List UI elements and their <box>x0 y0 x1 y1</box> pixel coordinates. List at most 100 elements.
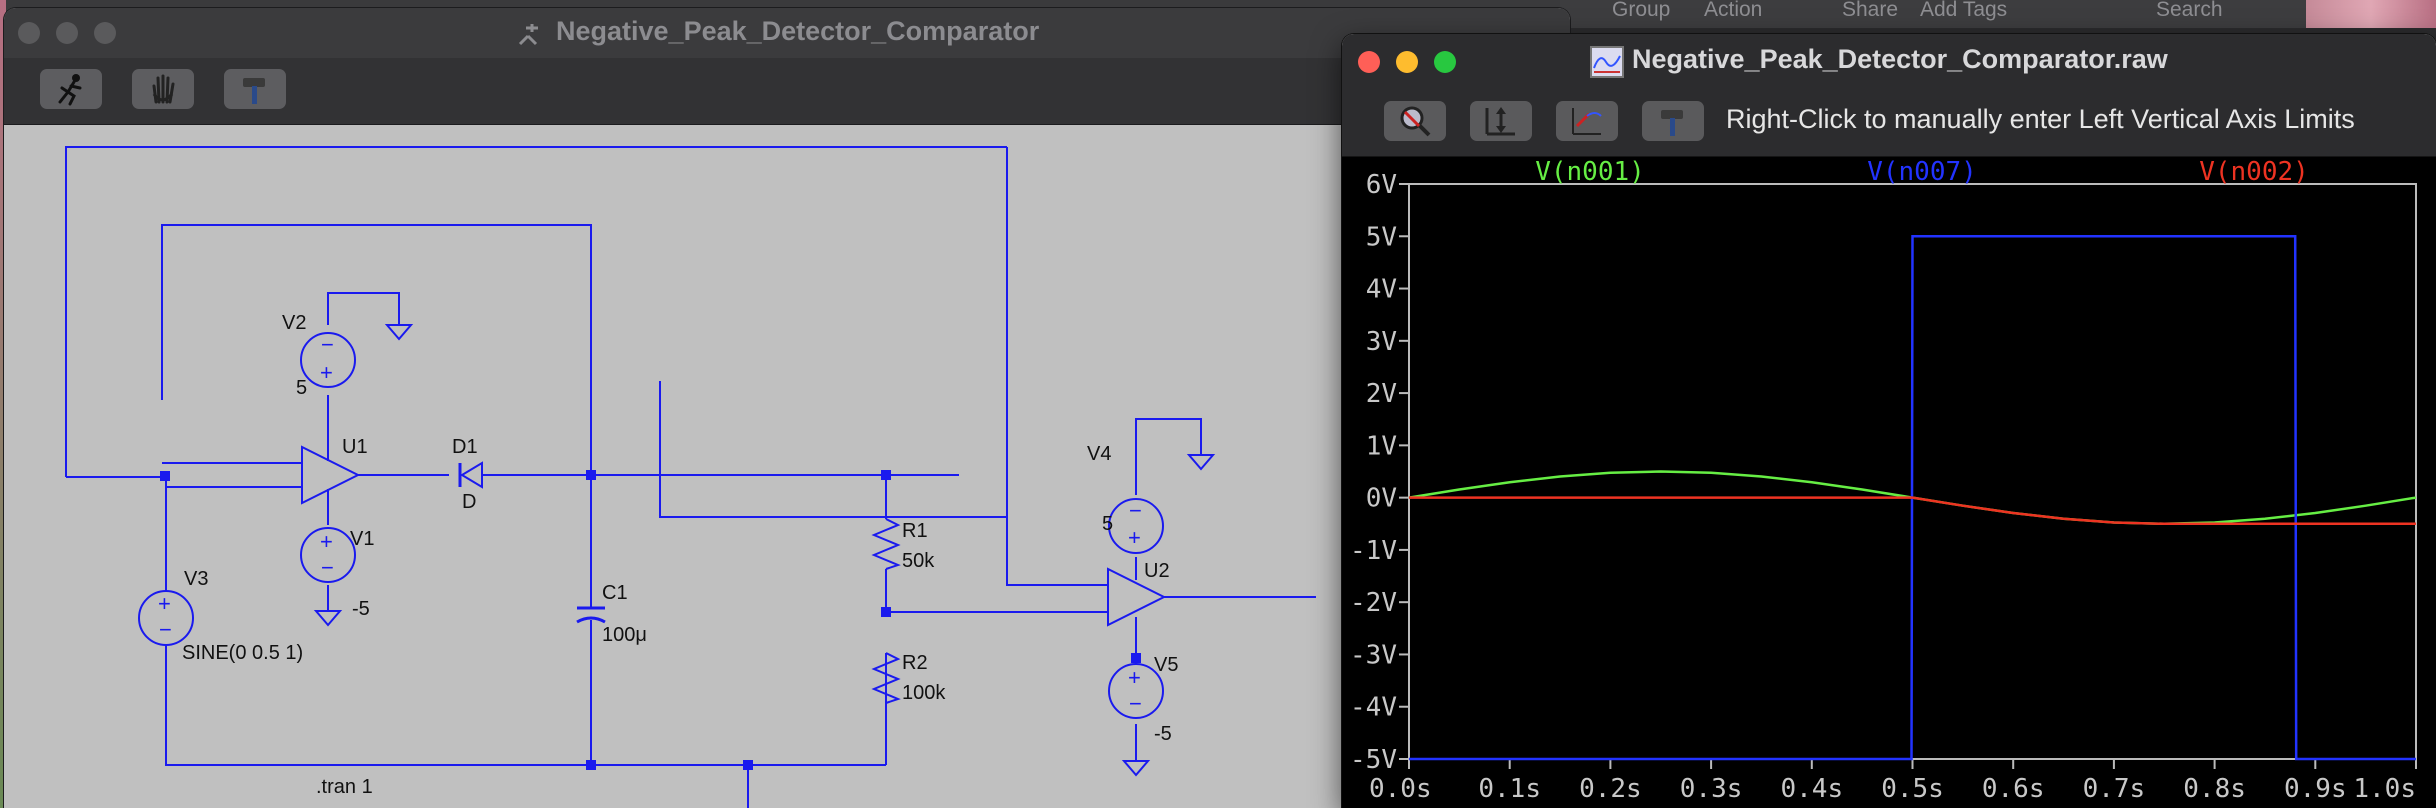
halt-button[interactable] <box>132 69 194 109</box>
x-tick-label: 0.6s <box>1982 774 2045 804</box>
plot-settings-button[interactable] <box>1642 101 1704 141</box>
action-menu[interactable]: Action <box>1704 0 1762 22</box>
y-tick-label: -2V <box>1350 588 1397 618</box>
share-menu[interactable]: Share <box>1842 0 1898 22</box>
r2-name-label: R2 <box>902 652 928 674</box>
add-tags-menu[interactable]: Add Tags <box>1920 0 2007 22</box>
c1-value-label: 100μ <box>602 624 647 646</box>
v4-name-label: V4 <box>1087 443 1111 465</box>
axis-limits-hint: Right-Click to manually enter Left Verti… <box>1726 104 2355 134</box>
x-tick-label: 0.9s <box>2284 774 2347 804</box>
waveform-plot-area[interactable]: 6V 5V 4V 3V 2V 1V 0V -1V -2V -3V -4V -5V 0.0s 0.1s 0.2… <box>1342 157 2436 808</box>
minimize-button[interactable] <box>1396 51 1418 73</box>
background-app-toolbar: Group Action Share Add Tags Search <box>1560 0 2436 28</box>
group-menu[interactable]: Group <box>1612 0 1670 22</box>
svg-text:+: + <box>1128 665 1141 690</box>
zoom-full-button[interactable] <box>1384 101 1446 141</box>
x-tick-label: 0.5s <box>1881 774 1944 804</box>
schematic-canvas[interactable]: −+ +− +− −+ +− V2 5 U1 D1 D V1 -5 V3 SIN… <box>4 125 1570 808</box>
plot-toolbar: Right-Click to manually enter Left Verti… <box>1342 90 2436 157</box>
waveform-viewer-window: Negative_Peak_Detector_Comparator.raw Ri… <box>1342 34 2436 808</box>
y-tick-label: -1V <box>1350 536 1397 566</box>
y-tick-label: 2V <box>1366 379 1397 409</box>
run-button[interactable] <box>40 69 102 109</box>
v4-value-label: 5 <box>1102 513 1113 535</box>
x-tick-label: 0.4s <box>1780 774 1843 804</box>
svg-text:+: + <box>1128 525 1141 550</box>
close-button[interactable] <box>18 22 40 44</box>
v1-value-label: -5 <box>352 598 370 620</box>
pan-back-icon <box>1572 108 1602 135</box>
d1-value-label: D <box>462 491 476 513</box>
minimize-button[interactable] <box>56 22 78 44</box>
r2-value-label: 100k <box>902 682 946 704</box>
y-tick-label: 0V <box>1366 484 1397 514</box>
pan-back-button[interactable] <box>1556 101 1618 141</box>
plot-titlebar: Negative_Peak_Detector_Comparator.raw <box>1342 34 2436 90</box>
v3-value-label: SINE(0 0.5 1) <box>182 642 303 664</box>
zoom-button[interactable] <box>1434 51 1456 73</box>
svg-text:+: + <box>158 591 171 616</box>
x-tick-label: 0.3s <box>1680 774 1743 804</box>
hammer-icon <box>1661 110 1683 136</box>
svg-text:−: − <box>321 555 334 580</box>
y-tick-label: 6V <box>1366 170 1397 200</box>
v3-name-label: V3 <box>184 568 208 590</box>
waveform-chart[interactable]: 6V 5V 4V 3V 2V 1V 0V -1V -2V -3V -4V -5V0.0s 0.1s 0.2… <box>1342 157 2436 808</box>
x-tick-label: 0.2s <box>1579 774 1642 804</box>
waveform-file-icon <box>1590 46 1624 78</box>
schematic-window: Negative_Peak_Detector_Comparator − + + … <box>4 8 1570 808</box>
plot-title: Negative_Peak_Detector_Comparator.raw <box>1632 44 2168 74</box>
r1-name-label: R1 <box>902 520 928 542</box>
autorange-button[interactable] <box>1470 101 1532 141</box>
running-man-icon <box>58 74 82 106</box>
y-tick-label: 3V <box>1366 327 1397 357</box>
hammer-icon <box>243 78 265 104</box>
y-tick-label: 4V <box>1366 275 1397 305</box>
x-tick-label: 1.0s <box>2353 774 2416 804</box>
svg-text:−: − <box>1129 691 1142 716</box>
svg-text:+: + <box>320 360 333 385</box>
legend-entry-V(n007)[interactable]: V(n007) <box>1867 157 1977 187</box>
v1-name-label: V1 <box>350 528 374 550</box>
diode-d1[interactable] <box>458 461 483 489</box>
svg-text:−: − <box>1129 498 1142 523</box>
schematic-file-icon <box>518 24 538 46</box>
x-tick-label: 0.0s <box>1369 774 1432 804</box>
legend-entry-V(n002)[interactable]: V(n002) <box>2199 157 2309 187</box>
close-button[interactable] <box>1358 51 1380 73</box>
ground-symbols <box>313 324 1216 777</box>
y-tick-label: -4V <box>1350 693 1397 723</box>
u2-name-label: U2 <box>1144 560 1170 582</box>
d1-name-label: D1 <box>452 436 478 458</box>
schematic-titlebar: Negative_Peak_Detector_Comparator <box>4 8 1570 58</box>
desktop-wallpaper-thumbnail <box>2306 0 2436 28</box>
svg-text:+: + <box>320 529 333 554</box>
legend-entry-V(n001)[interactable]: V(n001) <box>1535 157 1645 187</box>
y-tick-label: -5V <box>1350 745 1397 775</box>
autorange-icon <box>1485 107 1515 136</box>
c1-name-label: C1 <box>602 582 628 604</box>
spice-directive[interactable]: .tran 1 <box>316 776 373 798</box>
hand-icon <box>152 74 175 104</box>
y-tick-label: 1V <box>1366 431 1397 461</box>
x-tick-label: 0.8s <box>2183 774 2246 804</box>
search-menu[interactable]: Search <box>2156 0 2223 22</box>
zoom-full-icon <box>1400 106 1431 137</box>
v5-value-label: -5 <box>1154 723 1172 745</box>
capacitor-c1[interactable] <box>576 606 606 624</box>
schematic-toolbar <box>4 58 1570 125</box>
opamp-u1[interactable] <box>162 433 361 505</box>
y-tick-label: 5V <box>1366 222 1397 252</box>
v5-name-label: V5 <box>1154 654 1178 676</box>
schematic-title: Negative_Peak_Detector_Comparator <box>556 16 1040 46</box>
v2-name-label: V2 <box>282 312 306 334</box>
r1-value-label: 50k <box>902 550 935 572</box>
y-tick-label: -3V <box>1350 640 1397 670</box>
zoom-button[interactable] <box>94 22 116 44</box>
svg-text:−: − <box>159 617 172 642</box>
svg-text:−: − <box>321 332 334 357</box>
settings-button[interactable] <box>224 69 286 109</box>
v2-value-label: 5 <box>296 377 307 399</box>
junction-dots <box>160 470 1141 770</box>
